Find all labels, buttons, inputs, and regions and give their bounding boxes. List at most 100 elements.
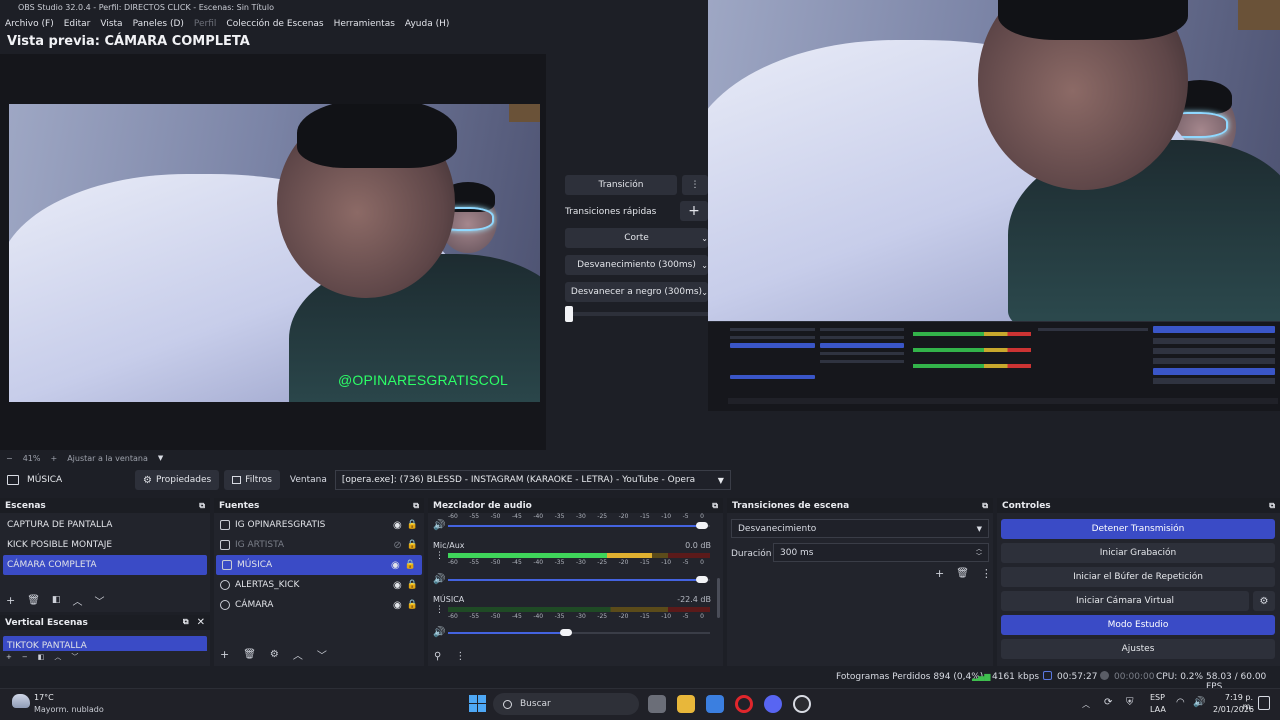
language-bottom[interactable]: LAA bbox=[1150, 705, 1166, 714]
volume-slider-knob[interactable] bbox=[696, 576, 708, 583]
scene-item[interactable]: CAPTURA DE PANTALLA bbox=[0, 515, 210, 535]
eye-icon[interactable]: ◉ bbox=[391, 560, 400, 571]
add-icon[interactable]: + bbox=[6, 594, 15, 607]
clock-date[interactable]: 2/01/2026 bbox=[1213, 705, 1254, 714]
lock-icon[interactable]: 🔒 bbox=[407, 580, 418, 590]
menu-item[interactable]: Ayuda (H) bbox=[405, 19, 449, 29]
store-icon[interactable] bbox=[706, 695, 724, 713]
advanced-audio-icon[interactable]: ⚲ bbox=[434, 651, 441, 662]
menu-item[interactable]: Editar bbox=[64, 19, 91, 29]
trash-icon[interactable]: 🗑 bbox=[27, 595, 40, 606]
lock-icon[interactable]: 🔒 bbox=[407, 600, 418, 610]
taskbar-search[interactable]: Buscar bbox=[493, 693, 639, 715]
tray-overflow-icon[interactable]: ︿ bbox=[1082, 699, 1090, 710]
task-view-icon[interactable] bbox=[648, 695, 666, 713]
more-vertical-icon[interactable]: ⋮ bbox=[981, 567, 992, 580]
undock-icon[interactable]: ⧉ bbox=[982, 501, 988, 511]
quick-transition-button[interactable]: Corte ⌄ bbox=[565, 228, 708, 248]
vertical-scene-item[interactable]: TIKTOK PANTALLA bbox=[3, 636, 207, 651]
filter-icon[interactable]: ◧ bbox=[38, 653, 45, 661]
fit-to-window-label[interactable]: Ajustar a la ventana bbox=[67, 454, 148, 463]
control-button[interactable]: Detener Transmisión bbox=[1001, 519, 1275, 539]
control-button[interactable]: Iniciar el Búfer de Repetición bbox=[1001, 567, 1275, 587]
close-icon[interactable]: ✕ bbox=[197, 617, 205, 628]
speaker-icon[interactable]: 🔊 bbox=[433, 627, 445, 638]
transition-select[interactable]: Desvanecimiento ▼ bbox=[731, 519, 989, 538]
window-select[interactable]: [opera.exe]: (736) BLESSD - INSTAGRAM (K… bbox=[334, 470, 731, 490]
undock-icon[interactable]: ⧉ bbox=[199, 501, 205, 511]
tbar-slider-handle[interactable] bbox=[565, 306, 573, 322]
undock-icon[interactable]: ⧉ bbox=[712, 501, 718, 511]
more-vertical-icon[interactable]: ⋮ bbox=[435, 605, 444, 615]
source-row[interactable]: IG OPINARESGRATIS ◉ 🔒 bbox=[214, 515, 424, 535]
more-vertical-icon[interactable]: ⋮ bbox=[455, 651, 465, 662]
lock-icon[interactable]: 🔒 bbox=[407, 540, 418, 550]
volume-icon[interactable]: 🔊 bbox=[1193, 697, 1205, 708]
file-explorer-icon[interactable] bbox=[677, 695, 695, 713]
gear-icon[interactable]: ⚙ bbox=[270, 649, 279, 660]
obs-taskbar-icon[interactable] bbox=[793, 695, 811, 713]
add-icon[interactable]: + bbox=[220, 648, 229, 661]
spin-arrows-icon[interactable]: ︿ ﹀ bbox=[976, 546, 982, 560]
control-button[interactable]: Iniciar Grabación bbox=[1001, 543, 1275, 563]
menu-item[interactable]: Vista bbox=[100, 19, 122, 29]
language-top[interactable]: ESP bbox=[1150, 693, 1165, 702]
filter-icon[interactable]: ◧ bbox=[52, 595, 61, 605]
filters-button[interactable]: Filtros bbox=[224, 470, 280, 490]
source-row[interactable]: ALERTAS_KICK ◉ 🔒 bbox=[214, 575, 424, 595]
more-vertical-icon[interactable]: ⋮ bbox=[682, 175, 708, 195]
zoom-in-button[interactable]: + bbox=[50, 454, 57, 463]
eye-icon[interactable]: ◉ bbox=[393, 580, 402, 591]
add-quick-transition-icon[interactable]: + bbox=[680, 201, 708, 221]
move-up-icon[interactable]: ︿ bbox=[54, 652, 61, 662]
quick-transition-button[interactable]: Desvanecimiento (300ms) ⌄ bbox=[565, 255, 708, 275]
menu-item[interactable]: Herramientas bbox=[334, 19, 395, 29]
menu-item[interactable]: Colección de Escenas bbox=[226, 19, 323, 29]
control-button[interactable]: Modo Estudio bbox=[1001, 615, 1275, 635]
speaker-icon[interactable]: 🔊 bbox=[433, 574, 445, 585]
volume-track-rest[interactable] bbox=[566, 632, 710, 634]
source-row[interactable]: MÚSICA ◉ 🔒 bbox=[216, 555, 422, 575]
trash-icon[interactable]: 🗑 bbox=[243, 649, 256, 660]
volume-track-filled[interactable] bbox=[448, 579, 702, 581]
move-down-icon[interactable]: ﹀ bbox=[317, 647, 327, 662]
add-icon[interactable]: + bbox=[6, 653, 12, 661]
undock-icon[interactable]: ⧉ bbox=[183, 617, 189, 628]
eye-icon[interactable]: ◉ bbox=[393, 600, 402, 611]
properties-button[interactable]: ⚙ Propiedades bbox=[135, 470, 220, 490]
scene-item[interactable]: CÁMARA COMPLETA bbox=[3, 555, 207, 575]
move-up-icon[interactable]: ︿ bbox=[293, 647, 303, 662]
lock-icon[interactable]: 🔒 bbox=[407, 520, 418, 530]
source-row[interactable]: CÁMARA ◉ 🔒 bbox=[214, 595, 424, 615]
menu-item[interactable]: Paneles (D) bbox=[133, 19, 184, 29]
notifications-icon[interactable] bbox=[1258, 696, 1270, 710]
eye-icon[interactable]: ◉ bbox=[393, 520, 402, 531]
chevron-down-icon[interactable]: ▼ bbox=[158, 454, 163, 462]
eye-off-icon[interactable]: ⊘ bbox=[393, 540, 401, 551]
trash-icon[interactable]: 🗑 bbox=[956, 568, 969, 579]
windows-start-icon[interactable] bbox=[469, 695, 486, 712]
more-vertical-icon[interactable]: ⋮ bbox=[435, 551, 444, 561]
transition-button[interactable]: Transición bbox=[565, 175, 677, 195]
remove-icon[interactable]: − bbox=[22, 653, 28, 661]
menu-item[interactable]: Archivo (F) bbox=[5, 19, 54, 29]
undock-icon[interactable]: ⧉ bbox=[1269, 501, 1275, 511]
control-button[interactable]: Ajustes bbox=[1001, 639, 1275, 659]
undock-icon[interactable]: ⧉ bbox=[413, 501, 419, 511]
mixer-scrollbar[interactable] bbox=[717, 578, 720, 618]
volume-track-filled[interactable] bbox=[448, 632, 566, 634]
volume-slider-knob[interactable] bbox=[696, 522, 708, 529]
volume-slider-knob[interactable] bbox=[560, 629, 572, 636]
virtual-camera-settings-icon[interactable]: ⚙ bbox=[1253, 591, 1275, 611]
move-down-icon[interactable]: ﹀ bbox=[94, 593, 104, 608]
speaker-icon[interactable]: 🔊 bbox=[433, 520, 445, 531]
scene-item[interactable]: KICK POSIBLE MONTAJE bbox=[0, 535, 210, 555]
discord-icon[interactable] bbox=[764, 695, 782, 713]
lock-icon[interactable]: 🔒 bbox=[405, 560, 416, 570]
control-button[interactable]: Iniciar Cámara Virtual bbox=[1001, 591, 1249, 611]
wifi-icon[interactable]: ◠ bbox=[1176, 697, 1185, 708]
tbar-track[interactable] bbox=[573, 312, 708, 316]
duration-spinbox[interactable]: 300 ms ︿ ﹀ bbox=[773, 543, 989, 562]
move-up-icon[interactable]: ︿ bbox=[72, 593, 82, 608]
zoom-out-button[interactable]: − bbox=[6, 454, 13, 463]
